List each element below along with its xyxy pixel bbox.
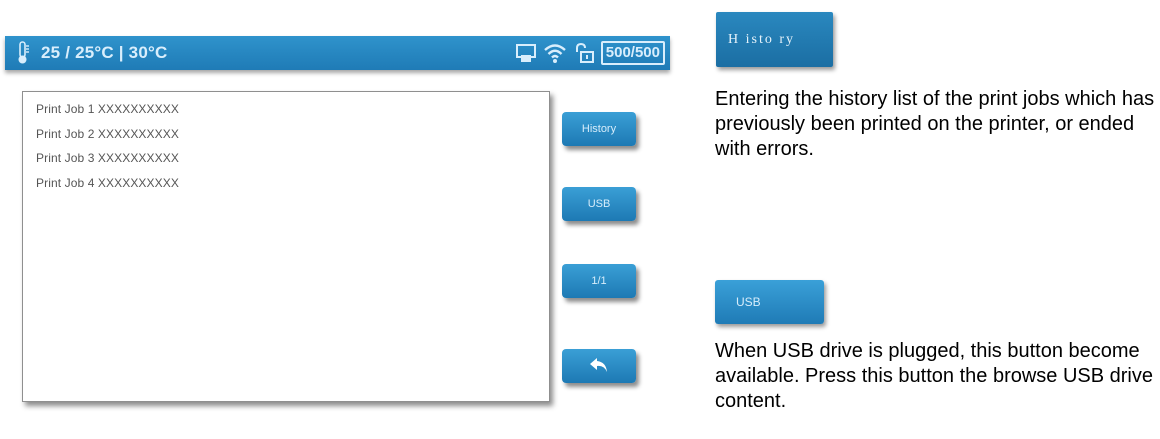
print-counter: 500/500: [600, 41, 665, 65]
print-job-list[interactable]: Print Job 1 XXXXXXXXXX Print Job 2 XXXXX…: [22, 91, 550, 402]
page-indicator-button[interactable]: 1/1: [562, 264, 636, 298]
printer-icon: [515, 42, 537, 64]
list-item[interactable]: Print Job 1 XXXXXXXXXX: [36, 102, 179, 116]
back-arrow-icon: [588, 356, 610, 377]
thermometer-icon: [15, 41, 31, 70]
status-icons: 500/500: [515, 41, 665, 65]
usb-description: When USB drive is plugged, this button b…: [715, 340, 1153, 412]
usb-button[interactable]: USB: [562, 187, 636, 221]
temperature-readout: 25 / 25°C | 30°C: [41, 43, 168, 62]
wifi-icon: [543, 42, 567, 64]
status-bar: 25 / 25°C | 30°C 500/500: [5, 36, 670, 70]
history-button[interactable]: History: [562, 112, 636, 146]
unlock-icon: [573, 42, 595, 64]
history-button-sample: H isto ry: [716, 12, 833, 67]
usb-button-sample: USB: [715, 280, 824, 324]
list-item[interactable]: Print Job 3 XXXXXXXXXX: [36, 151, 179, 165]
history-description: Entering the history list of the print j…: [715, 88, 1155, 160]
back-button[interactable]: [562, 349, 636, 383]
list-item[interactable]: Print Job 2 XXXXXXXXXX: [36, 127, 179, 141]
list-item[interactable]: Print Job 4 XXXXXXXXXX: [36, 176, 179, 190]
